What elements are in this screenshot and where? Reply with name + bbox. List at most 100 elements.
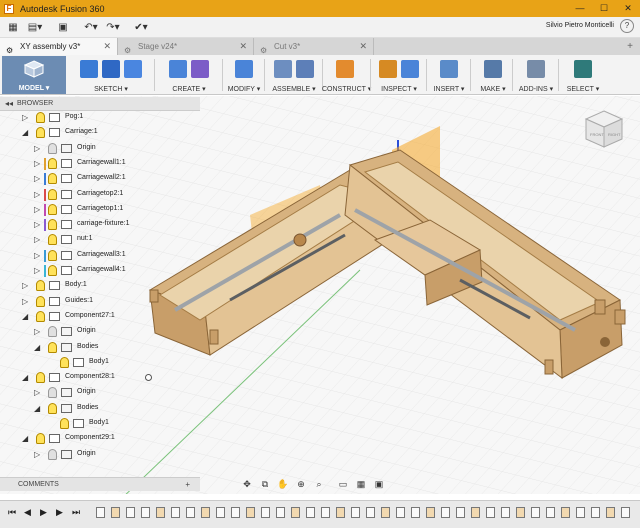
maximize-button[interactable]: ☐ [592, 0, 616, 17]
timeline-feature-icon[interactable] [591, 507, 600, 518]
collapse-arrows-icon[interactable]: ◂◂ [5, 99, 13, 108]
expand-arrow-icon[interactable]: ▷ [22, 281, 28, 290]
visibility-bulb-icon[interactable] [48, 265, 57, 276]
tool-icon[interactable] [191, 60, 209, 78]
timeline-feature-icon[interactable] [201, 507, 210, 518]
timeline-feature-icon[interactable] [516, 507, 525, 518]
toolbar-group-label[interactable]: ADD-INS ▾ [516, 85, 556, 93]
save-icon[interactable]: ▣ [54, 19, 72, 35]
timeline-feature-icon[interactable] [546, 507, 555, 518]
timeline-feature-icon[interactable] [351, 507, 360, 518]
toolbar-group-inspect[interactable]: INSPECT ▾ [374, 57, 424, 93]
toolbar-group-make[interactable]: MAKE ▾ [476, 57, 510, 93]
browser-tree-item[interactable]: Body1 [0, 356, 200, 370]
add-comment-icon[interactable]: + [185, 480, 190, 489]
visibility-bulb-icon[interactable] [48, 402, 57, 414]
timeline-feature-icon[interactable] [156, 507, 165, 518]
timeline-feature-icon[interactable] [276, 507, 285, 518]
user-name[interactable]: Silvio Pietro Monticelli [546, 22, 614, 29]
tool-icon[interactable] [235, 60, 253, 78]
expand-arrow-icon[interactable]: ▷ [34, 327, 40, 336]
browser-tree-item[interactable]: ▷ Carriagewall3:1 [0, 249, 200, 263]
close-button[interactable]: ✕ [616, 0, 640, 17]
tab-stage[interactable]: ⚙ Stage v24* ✕ [118, 38, 254, 55]
browser-tree-item[interactable]: ▷ Pog:1 [0, 111, 200, 125]
tab-xy-assembly[interactable]: ⚙ XY assembly v3* ✕ [0, 38, 118, 55]
toolbar-group-label[interactable]: MODIFY ▾ [226, 85, 262, 93]
browser-tree-item[interactable]: ▷ Carriagetop1:1 [0, 203, 200, 217]
visibility-bulb-icon[interactable] [48, 203, 57, 215]
toolbar-group-assemble[interactable]: ASSEMBLE ▾ [268, 57, 320, 93]
tool-icon[interactable] [484, 60, 502, 78]
help-icon[interactable]: ? [620, 19, 634, 33]
timeline-feature-icon[interactable] [231, 507, 240, 518]
app-grid-icon[interactable]: ▦ [4, 19, 22, 35]
profile-menu-icon[interactable]: ✔▾ [132, 19, 150, 35]
visibility-bulb-icon[interactable] [48, 234, 57, 246]
minimize-button[interactable]: — [568, 0, 592, 17]
timeline-feature-icon[interactable] [141, 507, 150, 518]
visibility-bulb-icon[interactable] [48, 219, 57, 231]
visibility-bulb-icon[interactable] [48, 188, 57, 200]
pan-icon[interactable]: ✋ [276, 478, 290, 490]
timeline-feature-icon[interactable] [366, 507, 375, 518]
toolbar-group-create[interactable]: CREATE ▾ [158, 57, 220, 93]
go-to-end-icon[interactable]: ⏭ [72, 507, 80, 518]
browser-tree-item[interactable]: ◢ Component29:1 [0, 432, 200, 446]
comments-panel[interactable]: COMMENTS + [0, 477, 200, 491]
browser-tree-item[interactable]: ▷ Guides:1 [0, 295, 200, 309]
visibility-bulb-icon[interactable] [48, 387, 57, 399]
browser-tree-item[interactable]: ◢ Bodies [0, 341, 200, 355]
visibility-bulb-icon[interactable] [60, 356, 69, 368]
activate-radio-icon[interactable] [145, 374, 152, 382]
tool-icon[interactable] [440, 60, 458, 78]
timeline-feature-icon[interactable] [576, 507, 585, 518]
collapse-arrow-icon[interactable]: ◢ [34, 343, 40, 352]
timeline-feature-icon[interactable] [411, 507, 420, 518]
browser-tree-item[interactable]: ◢ Carriage:1 [0, 126, 200, 140]
fit-icon[interactable]: ⌕ [312, 478, 326, 490]
visibility-bulb-icon[interactable] [48, 142, 57, 154]
browser-tree-item[interactable]: ▷ Carriagewall1:1 [0, 157, 200, 171]
tool-icon[interactable] [124, 60, 142, 78]
visibility-bulb-icon[interactable] [48, 341, 57, 353]
tool-icon[interactable] [102, 60, 120, 78]
toolbar-group-label[interactable]: SKETCH ▾ [70, 85, 152, 93]
visibility-bulb-icon[interactable] [36, 433, 45, 445]
timeline-feature-icon[interactable] [306, 507, 315, 518]
tool-icon[interactable] [401, 60, 419, 78]
toolbar-group-label[interactable]: INSERT ▾ [430, 85, 468, 93]
browser-tree-item[interactable]: ▷ Origin [0, 325, 200, 339]
timeline-feature-icon[interactable] [396, 507, 405, 518]
toolbar-group-label[interactable]: CREATE ▾ [158, 85, 220, 93]
timeline-feature-icon[interactable] [336, 507, 345, 518]
timeline-feature-icon[interactable] [321, 507, 330, 518]
step-forward-icon[interactable]: ▶ [56, 507, 63, 518]
timeline-feature-icon[interactable] [471, 507, 480, 518]
close-icon[interactable]: ✕ [239, 38, 247, 55]
timeline-feature-icon[interactable] [441, 507, 450, 518]
look-at-icon[interactable]: ⧉ [258, 478, 272, 490]
browser-tree-item[interactable]: ▷ Carriagewall2:1 [0, 172, 200, 186]
collapse-arrow-icon[interactable]: ◢ [22, 312, 28, 321]
toolbar-group-modify[interactable]: MODIFY ▾ [226, 57, 262, 93]
play-icon[interactable]: ▶ [40, 507, 47, 518]
collapse-arrow-icon[interactable]: ◢ [22, 373, 28, 382]
tool-icon[interactable] [527, 60, 545, 78]
expand-arrow-icon[interactable]: ▷ [34, 388, 40, 397]
workspace-switcher[interactable]: MODEL ▾ [2, 56, 66, 94]
timeline-feature-icon[interactable] [456, 507, 465, 518]
browser-header[interactable]: ◂◂ BROWSER [0, 97, 200, 111]
visibility-bulb-icon[interactable] [48, 173, 57, 185]
redo-icon[interactable]: ↷▾ [104, 19, 122, 35]
toolbar-group-label[interactable]: ASSEMBLE ▾ [268, 85, 320, 93]
toolbar-group-select[interactable]: SELECT ▾ [562, 57, 604, 93]
timeline-feature-icon[interactable] [621, 507, 630, 518]
go-to-start-icon[interactable]: ⏮ [8, 507, 16, 518]
timeline-feature-icon[interactable] [426, 507, 435, 518]
tool-icon[interactable] [379, 60, 397, 78]
timeline-feature-icon[interactable] [261, 507, 270, 518]
timeline-feature-icon[interactable] [186, 507, 195, 518]
timeline-feature-icon[interactable] [96, 507, 105, 518]
timeline-feature-icon[interactable] [606, 507, 615, 518]
